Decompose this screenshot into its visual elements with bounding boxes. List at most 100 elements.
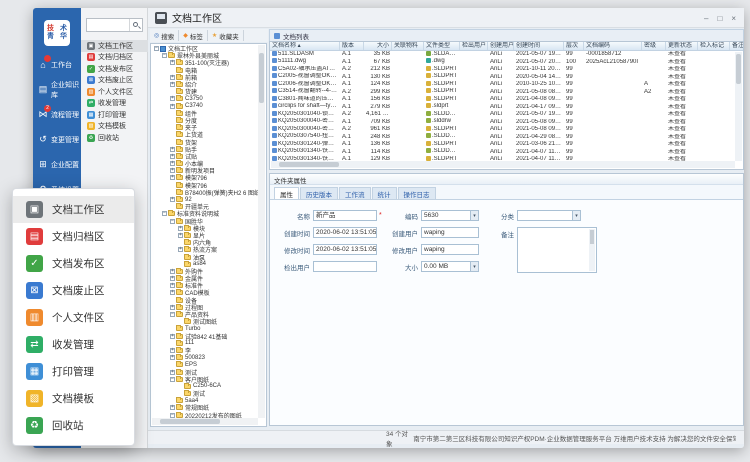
tree-node[interactable]: 测试图纸 [152,318,258,325]
table-header-cell[interactable]: 文档编码 [584,42,642,50]
tree-toggle-icon[interactable]: + [178,233,183,238]
table-header-cell[interactable]: 创建用户 [488,42,514,50]
chevron-down-icon[interactable]: ▾ [470,262,478,271]
tree-toggle-icon[interactable]: + [170,370,175,375]
maximize-icon[interactable]: □ [717,14,722,23]
popup-item-doc-obsolete[interactable]: ⊠文档废止区 [13,277,134,304]
tree-node[interactable]: −客户图纸 [152,376,258,383]
tree-node[interactable]: +前箱 [152,74,258,81]
table-header-cell[interactable]: 创建时间 [514,42,564,50]
tree-node[interactable]: 设备 [152,297,258,304]
tree-node[interactable]: 电箱 [152,67,258,74]
chevron-down-icon[interactable]: ▾ [572,211,580,220]
table-header-cell[interactable]: 备注 [730,42,744,50]
tree-toggle-icon[interactable]: + [170,348,175,353]
sidebar-item-process-mgmt[interactable]: ⋈2流程管理 [33,102,81,127]
tree-node[interactable]: +金属件 [152,275,258,282]
tree-toggle-icon[interactable]: + [170,269,175,274]
tree-node[interactable]: 分度 [152,117,258,124]
chevron-down-icon[interactable]: ▾ [470,211,478,220]
module-item-send-receive[interactable]: ⇄收发管理 [81,98,148,110]
table-row[interactable]: KQ2050301240-弹簧(PS3)...A.1136 KB.SLDPRTA… [270,141,744,149]
tree-toggle-icon[interactable]: + [170,276,175,281]
table-horizontal-scrollbar[interactable] [271,161,735,168]
table-header-cell[interactable]: 更新状态 [666,42,698,50]
table-row[interactable]: KQ2050301340-铁道夹-4%...A.1114 KB.SLDDRWAn… [270,149,744,157]
table-header-cell[interactable]: 密级 [642,42,666,50]
table-header-cell[interactable]: 文件类型 [424,42,460,50]
tree-toggle-icon[interactable]: − [170,312,175,317]
popup-item-doc-archive[interactable]: ▤文档归档区 [13,223,134,250]
table-row[interactable]: KQ2050300040-密封圈(2...A.2961 KB.SLDPRTAnL… [270,126,744,134]
table-header-cell[interactable]: 检出用户 [460,42,488,50]
tree-toggle-icon[interactable]: + [170,405,175,410]
table-row[interactable]: C2006-视窗调整OK×1.5.SL...A.1124 KB.SLDPRTAn… [270,81,744,89]
table-row[interactable]: C2005-视窗调整OK×1.5×1...A.1130 KB.SLDPRTAnL… [270,74,744,82]
category-select[interactable]: ▾ [517,210,581,221]
table-row[interactable]: KQ2050301040-锁盖.SLDDRWA.24,161 KB.SLDDRW… [270,111,744,119]
tree-node[interactable]: +试贴 [152,153,258,160]
table-header-cell[interactable]: 文档名称 ▴ [270,42,340,50]
remark-scrollbar[interactable] [589,229,595,271]
popup-item-recycle-bin[interactable]: ♻回收站 [13,412,134,439]
tree-toggle-icon[interactable]: + [170,154,175,159]
popup-item-send-receive[interactable]: ⇄收发管理 [13,331,134,358]
module-item-recycle-bin[interactable]: ♻回收站 [81,132,148,144]
tree-node[interactable]: +贴手 [152,146,258,153]
close-icon[interactable]: × [731,14,736,23]
table-row[interactable]: circlips for shaft—typ...A.1279 KB.sldpr… [270,104,744,112]
file-list-tab[interactable]: 文档列表 [269,29,744,41]
tree-toggle-icon[interactable]: + [170,334,175,339]
tree-toggle-icon[interactable]: − [162,53,167,58]
name-input[interactable]: 新产品 [313,210,377,221]
popup-item-doc-workspace[interactable]: ▣文档工作区 [13,196,134,223]
tree-node[interactable]: EPS [152,361,258,368]
tree-node[interactable]: +外购件 [152,268,258,275]
tree-toggle-icon[interactable]: + [170,96,175,101]
tree-toggle-icon[interactable]: + [170,104,175,109]
tree-toggle-icon[interactable]: + [170,147,175,152]
tree-vertical-scrollbar[interactable] [258,45,265,418]
tree-node[interactable]: +试验842 41基础 [152,333,258,340]
tree-horizontal-scrollbar[interactable] [152,418,258,425]
remark-textarea[interactable] [517,227,597,273]
tree-toggle-icon[interactable]: + [170,290,175,295]
tree-node[interactable]: 货架 [152,138,258,145]
table-row[interactable]: 51111.dwgA.167 KB.dwgAnLi2021-05-07 20:1… [270,59,744,67]
search-input[interactable] [87,19,129,31]
tree-node[interactable]: +CAD模板 [152,289,258,296]
sidebar-item-change-mgmt[interactable]: ↺变更管理 [33,127,81,152]
table-row[interactable]: 511.SLDASMA.135 KB.SLDASMAnLi2021-05-07 … [270,51,744,59]
table-vertical-scrollbar[interactable] [735,52,742,161]
tree-node[interactable]: 上货道 [152,131,258,138]
module-item-doc-publish[interactable]: ✓文档发布区 [81,63,148,75]
tree-toggle-icon[interactable]: + [170,355,175,360]
tree-node[interactable]: 油泵 [152,253,258,260]
tree-node[interactable]: 组件 [152,110,258,117]
tree-node[interactable]: as84 [152,261,258,268]
code-select[interactable]: 5630▾ [421,210,479,221]
tree-node[interactable]: +李 [152,347,258,354]
minimize-icon[interactable]: – [704,14,708,23]
tree-toggle-icon[interactable]: + [170,168,175,173]
tags-button[interactable]: ◆标签 [179,30,208,41]
checkout-user-input[interactable] [313,261,377,272]
search-button[interactable]: ◎搜索 [150,30,179,41]
popup-item-print-mgmt[interactable]: ▦打印管理 [13,358,134,385]
tree-node[interactable]: +C3750 [152,95,258,102]
tree-toggle-icon[interactable]: + [170,75,175,80]
table-row[interactable]: KQ2050300040-密封圈(2)...A.1709 KB.slddrwAn… [270,119,744,127]
created-user-input[interactable]: waping [421,227,479,238]
popup-item-doc-publish[interactable]: ✓文档发布区 [13,250,134,277]
tree-toggle-icon[interactable]: − [170,413,175,418]
tree-node[interactable]: +绍介 [152,81,258,88]
tree-toggle-icon[interactable]: − [170,377,175,382]
table-header-cell[interactable]: 检入标记 [698,42,730,50]
size-select[interactable]: 0.00 MB▾ [421,261,479,272]
tree-toggle-icon[interactable]: − [154,46,159,51]
table-header-cell[interactable]: 关联物料 [392,42,424,50]
tree-toggle-icon[interactable]: + [170,175,175,180]
module-item-print-mgmt[interactable]: ▦打印管理 [81,109,148,121]
module-item-doc-obsolete[interactable]: ⊠文档废止区 [81,75,148,87]
tree-node[interactable]: 111 [152,340,258,347]
